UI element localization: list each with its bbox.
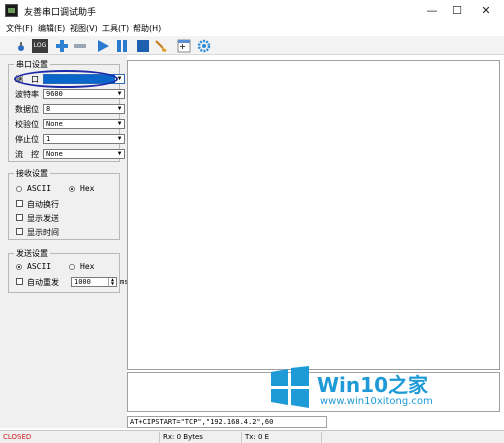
menu-view[interactable]: 视图(V) (70, 23, 98, 34)
chevron-down-icon: ▼ (117, 135, 122, 142)
auto-resend-checkbox[interactable] (16, 278, 23, 285)
watermark-brand: Win10之家 (317, 373, 428, 397)
app-icon (5, 4, 18, 17)
receive-hex-radio[interactable] (69, 186, 75, 192)
auto-newline-checkbox[interactable] (16, 200, 23, 207)
show-time-checkbox[interactable] (16, 228, 23, 235)
receive-hex-label: Hex (80, 184, 95, 193)
windows-logo-icon (271, 366, 309, 408)
data-bits-label: 数据位 (15, 105, 39, 114)
receive-ascii-label: ASCII (27, 184, 52, 193)
settings-pane: 串口设置 端 口 ▼ 波特率 9600 ▼ 数据位 8 ▼ 校验位 None ▼ 停止… (0, 55, 128, 428)
menu-file[interactable]: 文件(F) (6, 23, 33, 34)
gear-icon[interactable] (197, 39, 211, 53)
auto-resend-label: 自动重发 (27, 278, 59, 287)
tx-count: Tx: 0 E (242, 432, 322, 443)
send-ascii-radio[interactable] (16, 264, 22, 270)
stop-bits-select[interactable]: 1 ▼ (43, 134, 125, 144)
resend-interval-input[interactable]: 1000 ▲ ▼ (71, 277, 117, 287)
send-settings-group: 发送设置 ASCII Hex 自动重发 1000 ▲ ▼ ms (8, 248, 128, 293)
add-icon[interactable] (55, 39, 69, 53)
spinner-icon[interactable]: ▲ ▼ (108, 278, 116, 287)
title-bar: 友善串口调试助手 — ☐ ✕ (0, 0, 504, 22)
pause-icon[interactable] (115, 39, 129, 53)
menu-help[interactable]: 帮助(H) (133, 23, 161, 34)
window-options-icon[interactable] (177, 39, 191, 53)
disk-icon[interactable] (14, 39, 28, 53)
baud-select[interactable]: 9600 ▼ (43, 89, 125, 99)
stop-icon[interactable] (136, 39, 150, 53)
chevron-down-icon: ▼ (117, 150, 122, 157)
parity-label: 校验位 (15, 120, 39, 129)
receive-settings-group: 接收设置 ASCII Hex 自动换行 显示发送 显示时间 (8, 168, 120, 240)
data-bits-select[interactable]: 8 ▼ (43, 104, 125, 114)
close-button[interactable]: ✕ (468, 0, 504, 22)
remove-icon[interactable] (73, 39, 87, 53)
flow-select[interactable]: None ▼ (43, 149, 125, 159)
broom-icon[interactable] (154, 39, 168, 53)
baud-label: 波特率 (15, 90, 39, 99)
send-hex-radio[interactable] (69, 264, 75, 270)
chevron-down-icon: ▼ (117, 105, 122, 112)
rx-count: Rx: 0 Bytes (160, 432, 242, 443)
parity-select[interactable]: None ▼ (43, 119, 125, 129)
send-settings-title: 发送设置 (14, 248, 50, 259)
send-ascii-label: ASCII (27, 262, 52, 271)
command-input[interactable]: AT+CIPSTART="TCP","192.168.4.2",60 (127, 416, 327, 428)
auto-newline-label: 自动换行 (27, 200, 59, 209)
show-time-label: 显示时间 (27, 228, 59, 237)
toolbar: LOG (0, 36, 504, 55)
window-title: 友善串口调试助手 (24, 8, 97, 18)
log-icon[interactable]: LOG (32, 39, 48, 53)
play-icon[interactable] (96, 39, 110, 53)
chevron-down-icon: ▼ (117, 90, 122, 97)
chevron-down-icon: ▼ (117, 120, 122, 127)
send-hex-label: Hex (80, 262, 95, 271)
receive-textarea[interactable] (127, 60, 500, 370)
receive-settings-title: 接收设置 (14, 168, 50, 179)
send-textarea[interactable] (127, 372, 500, 412)
show-send-checkbox[interactable] (16, 214, 23, 221)
show-send-label: 显示发送 (27, 214, 59, 223)
watermark-url: www.win10xitong.com (320, 396, 433, 407)
receive-ascii-radio[interactable] (16, 186, 22, 192)
serial-settings-title: 串口设置 (14, 59, 50, 70)
stop-bits-label: 停止位 (15, 135, 39, 144)
menu-bar: 文件(F) 编辑(E) 视图(V) 工具(T) 帮助(H) (0, 22, 504, 36)
menu-edit[interactable]: 编辑(E) (38, 23, 65, 34)
port-status: CLOSED (0, 432, 160, 443)
flow-label: 流 控 (15, 150, 39, 159)
status-bar: CLOSED Rx: 0 Bytes Tx: 0 E (0, 430, 504, 443)
menu-tools[interactable]: 工具(T) (102, 23, 129, 34)
highlight-annotation (14, 70, 118, 88)
